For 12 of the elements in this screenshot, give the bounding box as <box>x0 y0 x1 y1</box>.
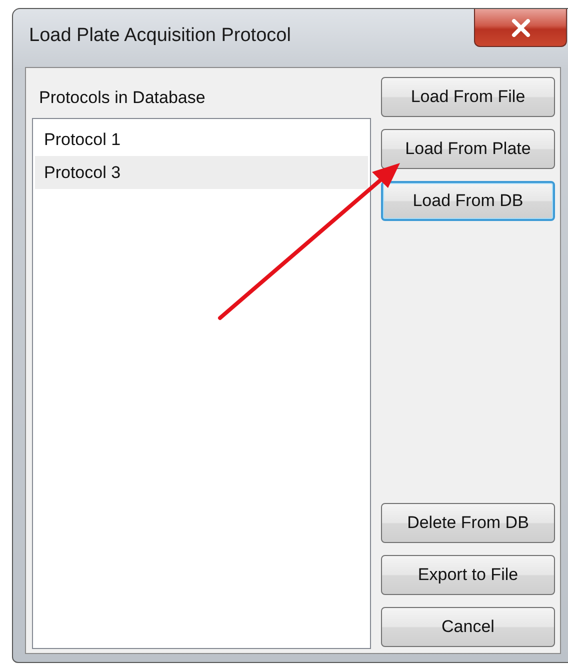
list-item[interactable]: Protocol 3 <box>35 156 368 189</box>
list-item[interactable]: Protocol 1 <box>35 123 368 156</box>
close-button[interactable] <box>474 9 567 47</box>
dialog-button[interactable]: Delete From DB <box>381 503 555 543</box>
dialog-button[interactable]: Cancel <box>381 607 555 647</box>
dialog-button[interactable]: Export to File <box>381 555 555 595</box>
dialog-button[interactable]: Load From File <box>381 77 555 117</box>
list-label: Protocols in Database <box>38 87 206 109</box>
dialog-button[interactable]: Load From DB <box>381 181 555 221</box>
close-icon <box>510 18 530 36</box>
window-title: Load Plate Acquisition Protocol <box>28 25 291 48</box>
dialog-button[interactable]: Load From Plate <box>381 129 555 169</box>
